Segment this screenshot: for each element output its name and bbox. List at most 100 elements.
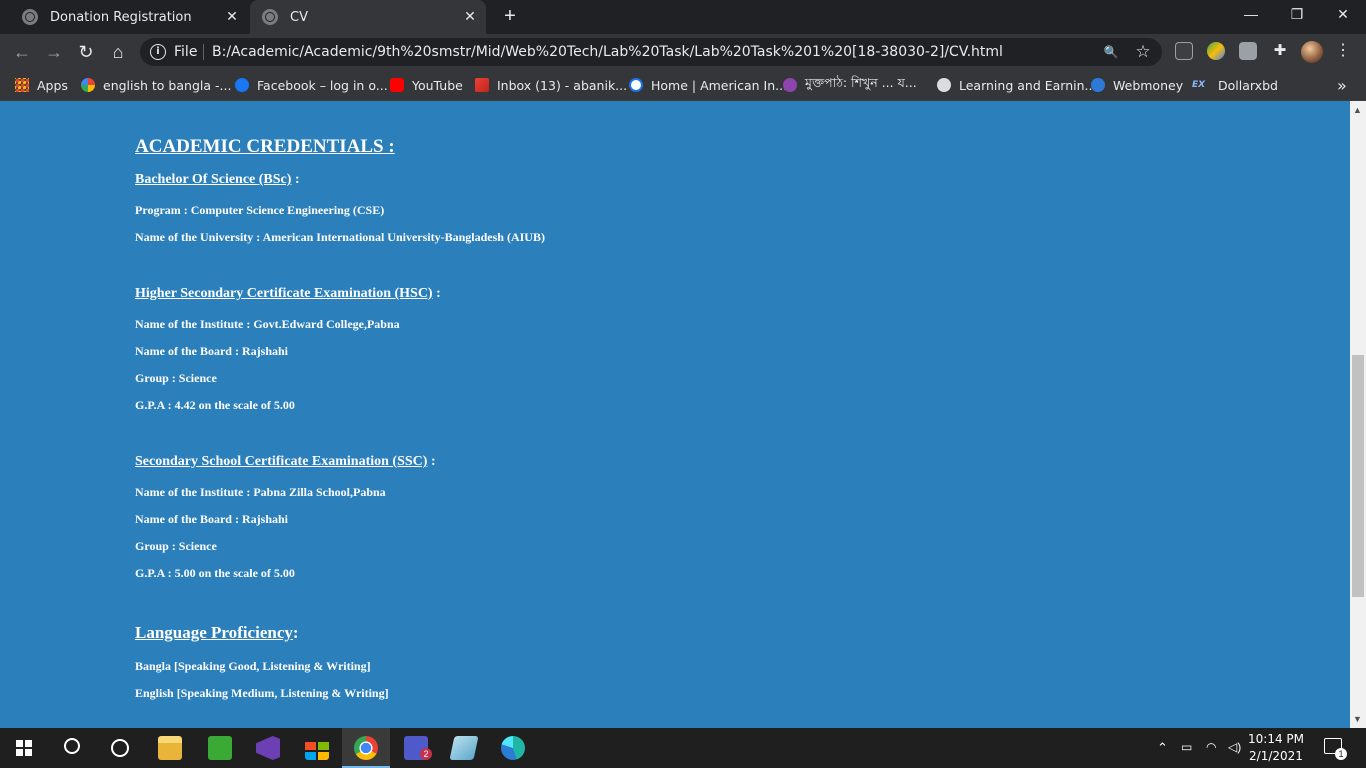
taskbar-notepad-app[interactable] bbox=[440, 728, 488, 768]
heading-suffix: : bbox=[292, 623, 299, 642]
aiub-icon bbox=[629, 78, 643, 92]
battery-icon[interactable]: ▭ bbox=[1181, 740, 1192, 754]
close-tab-icon[interactable]: ✕ bbox=[224, 9, 240, 25]
bookmark-label: Webmoney bbox=[1113, 77, 1184, 93]
bookmarks-overflow-button[interactable]: » bbox=[1337, 76, 1347, 95]
clock-time: 10:14 PM bbox=[1248, 732, 1304, 746]
wifi-icon[interactable]: ◠ bbox=[1206, 740, 1216, 754]
chrome-icon bbox=[354, 736, 378, 760]
bookmark-dollarxbd[interactable]: EX Dollarxbd bbox=[1192, 76, 1278, 94]
bookmark-label: Learning and Earnin... bbox=[959, 77, 1097, 93]
bookmark-label: Apps bbox=[37, 77, 68, 93]
minimize-button[interactable]: — bbox=[1236, 6, 1266, 22]
search-icon bbox=[64, 738, 80, 754]
browser-menu-icon[interactable]: ⋮ bbox=[1334, 42, 1352, 60]
close-tab-icon[interactable]: ✕ bbox=[462, 9, 478, 25]
taskbar-chrome[interactable] bbox=[342, 728, 390, 768]
edge-icon bbox=[501, 736, 525, 760]
taskbar-codeblocks-app[interactable] bbox=[196, 728, 244, 768]
bookmark-webmoney[interactable]: Webmoney bbox=[1091, 76, 1183, 94]
bookmark-aiub-home[interactable]: Home | American In... bbox=[629, 76, 787, 94]
windows-logo-icon bbox=[16, 740, 32, 756]
ssc-group: Group : Science bbox=[135, 539, 217, 553]
taskbar-clock[interactable]: 10:14 PM 2/1/2021 bbox=[1244, 731, 1308, 765]
search-button[interactable] bbox=[48, 728, 96, 768]
clock-date: 2/1/2021 bbox=[1249, 749, 1303, 763]
bookmark-label: Inbox (13) - abanik... bbox=[497, 77, 628, 93]
bookmark-star-icon[interactable]: ☆ bbox=[1134, 43, 1152, 60]
heading-suffix: : bbox=[432, 286, 441, 301]
hsc-institute: Name of the Institute : Govt.Edward Coll… bbox=[135, 317, 400, 331]
tab-donation-registration[interactable]: Donation Registration ✕ bbox=[0, 0, 248, 34]
language-bangla: Bangla [Speaking Good, Listening & Writi… bbox=[135, 659, 371, 673]
profile-avatar[interactable] bbox=[1301, 41, 1323, 63]
apps-grid-icon bbox=[15, 78, 29, 92]
bookmark-label: Home | American In... bbox=[651, 77, 788, 93]
zoom-icon[interactable]: 🔍 bbox=[1102, 44, 1120, 60]
scroll-down-arrow-icon[interactable]: ▼ bbox=[1353, 714, 1362, 724]
hsc-title: Higher Secondary Certificate Examination… bbox=[135, 286, 433, 301]
taskbar-file-explorer[interactable] bbox=[146, 728, 194, 768]
taskbar-store[interactable] bbox=[293, 728, 341, 768]
volume-icon[interactable]: ◁) bbox=[1228, 740, 1241, 754]
ex-icon: EX bbox=[1192, 80, 1206, 90]
language-english: English [Speaking Medium, Listening & Wr… bbox=[135, 686, 389, 700]
ssc-institute: Name of the Institute : Pabna Zilla Scho… bbox=[135, 485, 386, 499]
extension-color-icon[interactable] bbox=[1207, 42, 1225, 60]
bookmark-label: Dollarxbd bbox=[1218, 77, 1278, 93]
address-bar[interactable]: i File B:/Academic/Academic/9th%20smstr/… bbox=[140, 38, 1162, 66]
scroll-thumb[interactable] bbox=[1352, 355, 1364, 597]
tray-overflow-chevron-icon[interactable]: ⌃ bbox=[1157, 740, 1168, 756]
hsc-group: Group : Science bbox=[135, 371, 217, 385]
tab-title: CV bbox=[290, 9, 308, 25]
restore-button[interactable]: ❐ bbox=[1282, 6, 1312, 23]
extensions-puzzle-icon[interactable]: ✚ bbox=[1271, 42, 1289, 60]
forward-button[interactable]: → bbox=[44, 42, 64, 62]
new-tab-button[interactable]: + bbox=[500, 6, 520, 26]
start-button[interactable] bbox=[0, 728, 48, 768]
back-button[interactable]: ← bbox=[12, 42, 32, 62]
bookmark-learning-and-earning[interactable]: Learning and Earnin... bbox=[937, 76, 1096, 94]
tab-title: Donation Registration bbox=[50, 9, 192, 25]
browser-toolbar: ← → ↻ ⌂ i File B:/Academic/Academic/9th%… bbox=[0, 34, 1366, 70]
hsc-gpa: G.P.A : 4.42 on the scale of 5.00 bbox=[135, 398, 295, 412]
bsc-heading: Bachelor Of Science (BSc) : bbox=[135, 172, 300, 188]
globe-icon bbox=[262, 9, 278, 25]
extension-grey-icon[interactable] bbox=[1239, 42, 1257, 60]
home-button[interactable]: ⌂ bbox=[108, 42, 128, 62]
url-scheme: File bbox=[174, 44, 198, 60]
green-app-icon bbox=[208, 736, 232, 760]
muktopaath-icon bbox=[783, 78, 797, 92]
folder-icon bbox=[158, 736, 182, 760]
scroll-up-arrow-icon[interactable]: ▲ bbox=[1353, 105, 1362, 115]
bookmark-label: english to bangla -... bbox=[103, 77, 232, 93]
windows-taskbar: 2 ⌃ ▭ ◠ ◁) 10:14 PM 2/1/2021 1 bbox=[0, 728, 1366, 768]
taskbar-teams[interactable]: 2 bbox=[392, 728, 440, 768]
info-icon[interactable]: i bbox=[150, 44, 166, 60]
ssc-heading: Secondary School Certificate Examination… bbox=[135, 454, 436, 470]
bookmark-english-to-bangla[interactable]: english to bangla -... bbox=[81, 76, 231, 94]
gmail-icon bbox=[475, 78, 489, 92]
url-text[interactable]: B:/Academic/Academic/9th%20smstr/Mid/Web… bbox=[212, 44, 1003, 60]
taskbar-edge[interactable] bbox=[489, 728, 537, 768]
bookmark-apps[interactable]: Apps bbox=[15, 76, 68, 94]
cortana-ring-icon bbox=[111, 739, 129, 757]
tab-cv[interactable]: CV ✕ bbox=[250, 0, 486, 34]
bookmark-muktopaath[interactable]: মুক্তপাঠ: শিখুন ... য... bbox=[783, 75, 917, 94]
reload-button[interactable]: ↻ bbox=[76, 42, 96, 62]
ssc-board: Name of the Board : Rajshahi bbox=[135, 512, 288, 526]
bookmark-facebook[interactable]: Facebook – log in o... bbox=[235, 76, 388, 94]
bookmark-gmail-inbox[interactable]: Inbox (13) - abanik... bbox=[475, 76, 627, 94]
heading-suffix: : bbox=[291, 172, 300, 187]
taskbar-visual-studio[interactable] bbox=[244, 728, 292, 768]
window-close-button[interactable]: ✕ bbox=[1328, 6, 1358, 23]
facebook-icon bbox=[235, 78, 249, 92]
bookmark-youtube[interactable]: YouTube bbox=[390, 76, 463, 94]
vertical-scrollbar[interactable]: ▲ ▼ bbox=[1350, 101, 1366, 728]
academic-credentials-heading: ACADEMIC CREDENTIALS : bbox=[135, 136, 395, 158]
language-proficiency-heading: Language Proficiency : bbox=[135, 623, 299, 643]
store-bag-icon bbox=[305, 736, 329, 760]
extension-cube-icon[interactable] bbox=[1175, 42, 1193, 60]
heading-text: ACADEMIC CREDENTIALS bbox=[135, 136, 384, 157]
task-view-button[interactable] bbox=[96, 728, 144, 768]
